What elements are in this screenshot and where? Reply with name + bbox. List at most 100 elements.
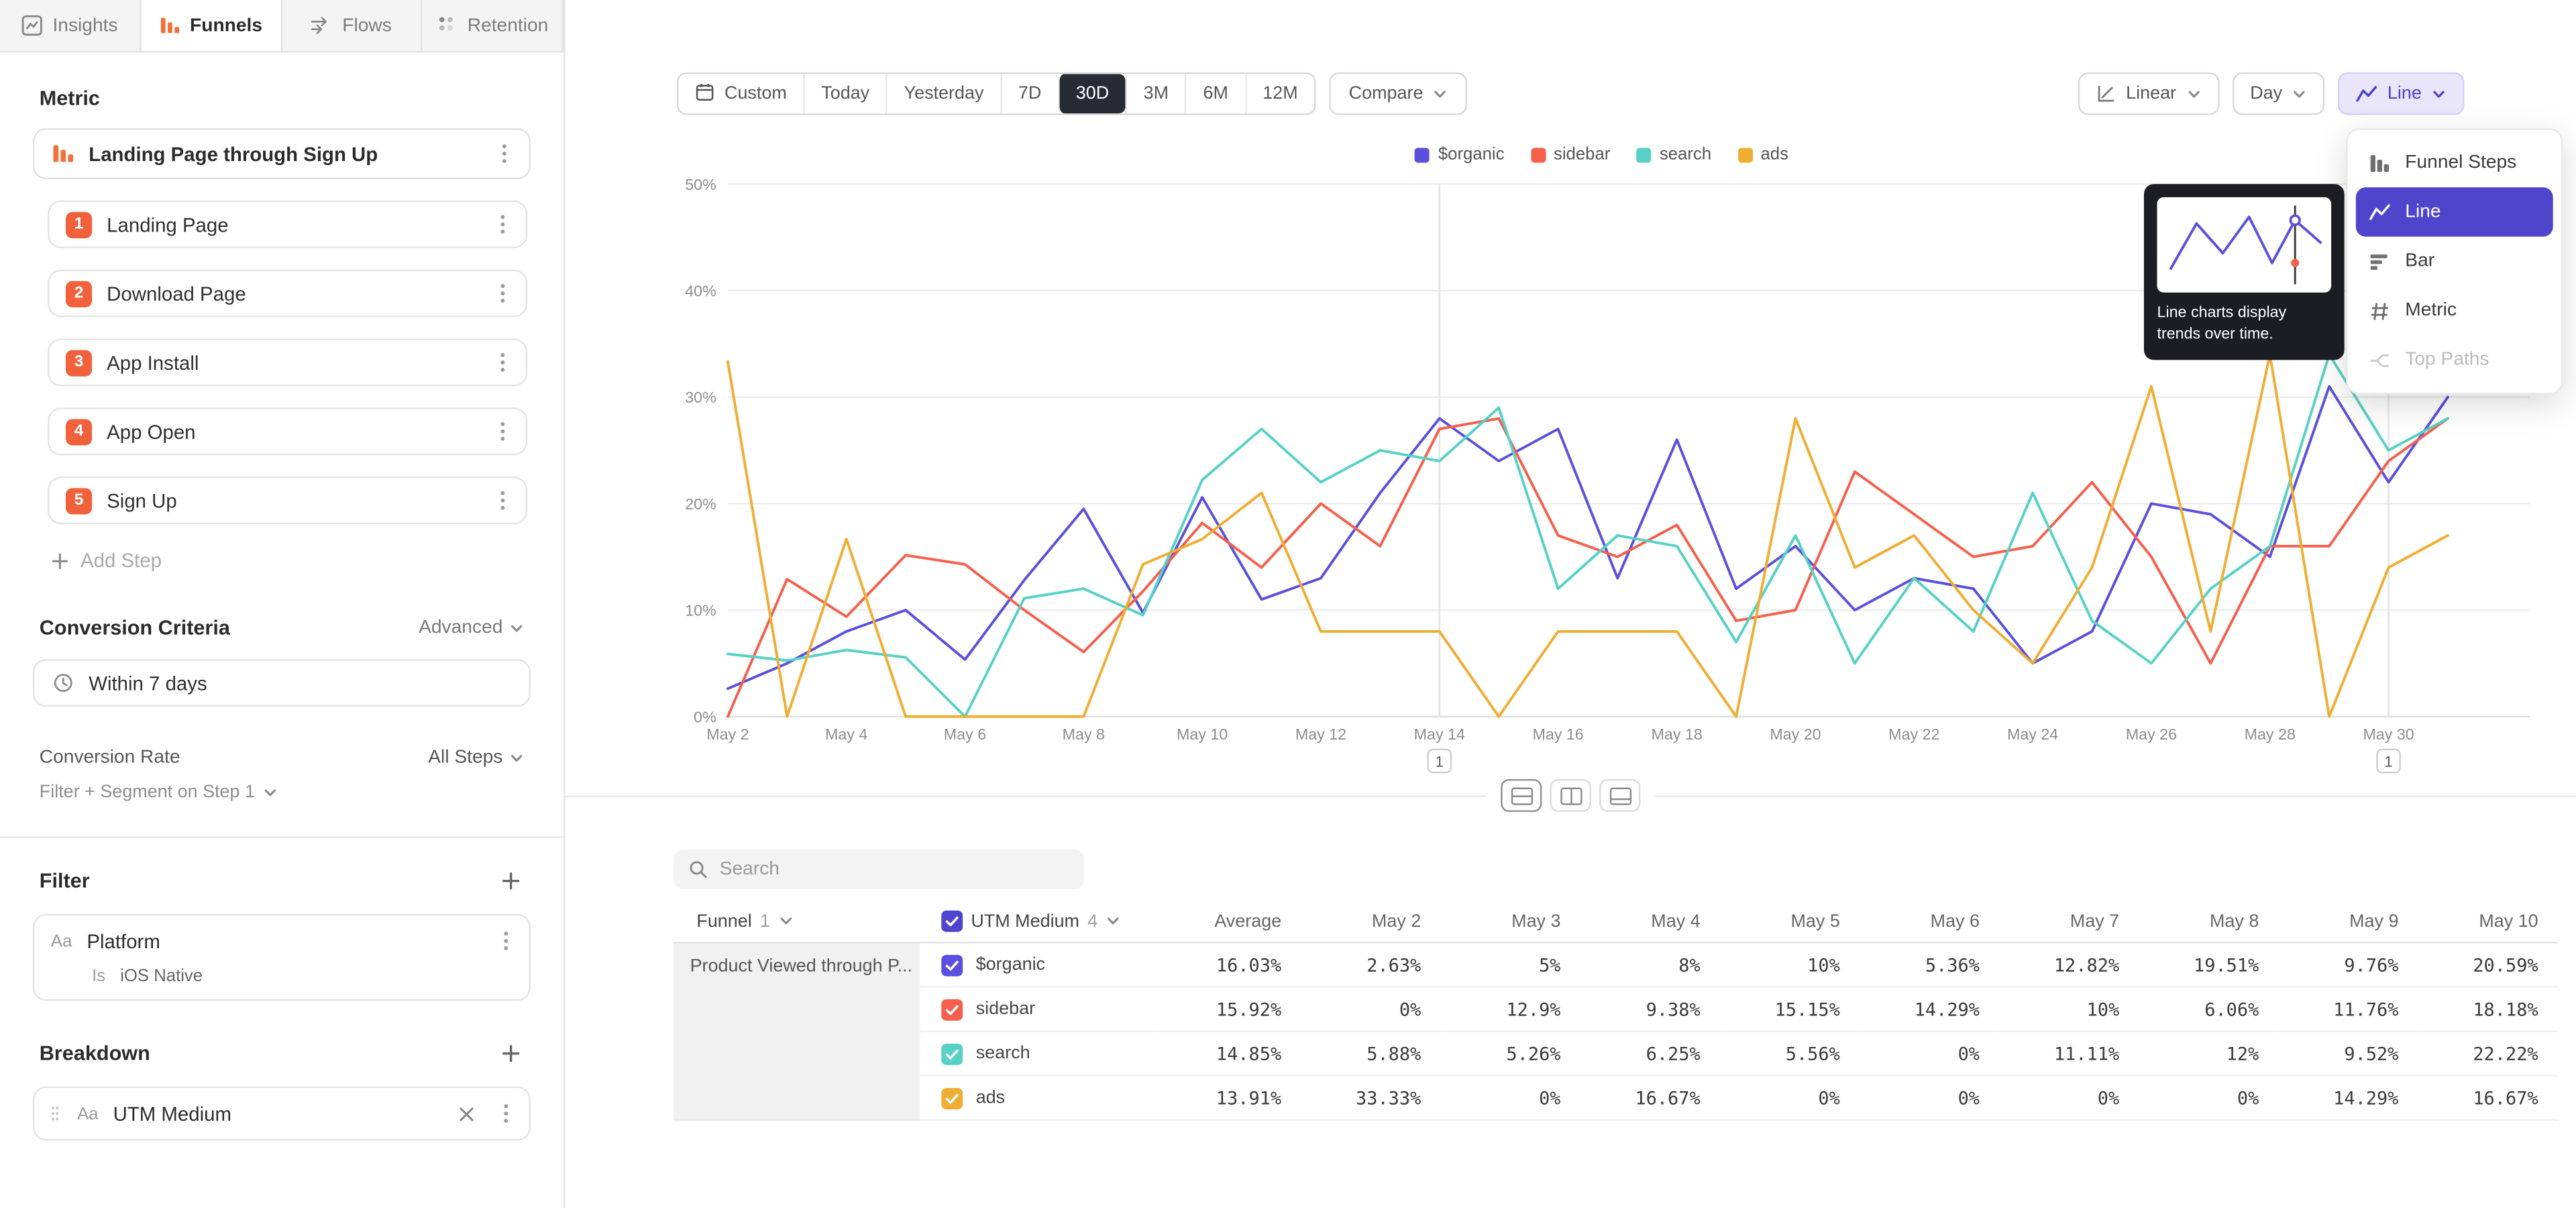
annotation-marker[interactable]: 1 bbox=[2377, 750, 2400, 772]
linear-label: Linear bbox=[2126, 84, 2176, 103]
add-filter-button[interactable] bbox=[498, 868, 524, 894]
series-checkbox[interactable] bbox=[941, 1087, 963, 1109]
tab-funnels[interactable]: Funnels bbox=[141, 0, 282, 51]
date-range-label: Yesterday bbox=[904, 84, 984, 103]
series-row-label: sidebar bbox=[920, 988, 1153, 1032]
chevron-down-icon bbox=[1433, 87, 1448, 101]
value-cell: 9.52% bbox=[2279, 1032, 2418, 1076]
columns-split-view-button[interactable] bbox=[1550, 779, 1591, 812]
series-checkbox[interactable] bbox=[941, 999, 963, 1020]
date-range-30d[interactable]: 30D bbox=[1058, 74, 1126, 113]
annotation-marker[interactable]: 1 bbox=[1428, 750, 1451, 772]
string-type-badge: Aa bbox=[51, 931, 72, 950]
step-number-badge: 5 bbox=[66, 487, 92, 513]
date-range-6m[interactable]: 6M bbox=[1185, 74, 1245, 113]
date-range-group: CustomToday Yesterday 7D30D3M 6M 12M bbox=[677, 72, 1316, 115]
plus-icon bbox=[51, 552, 69, 570]
tab-label: Flows bbox=[342, 15, 392, 35]
kebab-icon[interactable] bbox=[496, 348, 510, 376]
svg-text:0%: 0% bbox=[694, 708, 716, 725]
value-cell: 0% bbox=[1860, 1032, 1999, 1076]
menu-item-line[interactable]: Line bbox=[2356, 187, 2553, 236]
filter-segment-dropdown[interactable]: Filter + Segment on Step 1 bbox=[40, 783, 524, 802]
kebab-icon[interactable] bbox=[496, 279, 510, 307]
value-cell: 5.88% bbox=[1301, 1032, 1441, 1076]
kebab-icon[interactable] bbox=[496, 417, 510, 446]
funnel-step[interactable]: 3App Install bbox=[48, 338, 527, 386]
funnel-icon bbox=[52, 143, 74, 164]
legend-item[interactable]: search bbox=[1637, 145, 1711, 164]
linear-scale-button[interactable]: Linear bbox=[2078, 72, 2219, 115]
conversion-window[interactable]: Within 7 days bbox=[33, 659, 531, 707]
kebab-menu-icon[interactable] bbox=[498, 140, 511, 168]
chevron-down-icon bbox=[778, 914, 793, 929]
bottom-panel-view-button[interactable] bbox=[1599, 779, 1640, 812]
date-range-yesterday[interactable]: Yesterday bbox=[886, 74, 1000, 113]
menu-item-bar[interactable]: Bar bbox=[2356, 237, 2553, 286]
columns-split-view-icon bbox=[1559, 787, 1582, 805]
conversion-window-label: Within 7 days bbox=[89, 671, 207, 694]
svg-text:May 30: May 30 bbox=[2363, 725, 2414, 743]
tab-retention[interactable]: Retention bbox=[423, 0, 564, 51]
funnel-step[interactable]: 4App Open bbox=[48, 407, 527, 455]
advanced-label: Advanced bbox=[419, 618, 502, 638]
menu-item-label: Bar bbox=[2405, 252, 2434, 271]
date-range-custom[interactable]: Custom bbox=[678, 74, 803, 113]
add-breakdown-button[interactable] bbox=[498, 1040, 524, 1066]
value-cell: 20.59% bbox=[2418, 944, 2558, 988]
tab-flows[interactable]: Flows bbox=[282, 0, 423, 51]
rows-split-view-button[interactable] bbox=[1501, 779, 1542, 812]
sidebar-divider bbox=[0, 837, 564, 838]
breakdown-utm-card[interactable]: Aa UTM Medium bbox=[33, 1087, 531, 1141]
kebab-icon[interactable] bbox=[496, 210, 510, 238]
date-range-7d[interactable]: 7D bbox=[1000, 74, 1058, 113]
legend-item[interactable]: $organic bbox=[1415, 145, 1505, 164]
filter-platform-card[interactable]: Aa Platform Is iOS Native bbox=[33, 914, 531, 1001]
menu-item-funnel-steps[interactable]: Funnel Steps bbox=[2356, 138, 2553, 187]
granularity-button[interactable]: Day bbox=[2232, 72, 2325, 115]
svg-text:30%: 30% bbox=[685, 389, 716, 406]
advanced-dropdown[interactable]: Advanced bbox=[419, 618, 524, 638]
series-checkbox[interactable] bbox=[941, 1043, 963, 1064]
funnel-step[interactable]: 1Landing Page bbox=[48, 201, 527, 248]
funnel-step[interactable]: 5Sign Up bbox=[48, 476, 527, 524]
legend-item[interactable]: sidebar bbox=[1531, 145, 1611, 164]
filter-section-title: Filter bbox=[40, 870, 90, 893]
funnel-header-label: Funnel bbox=[696, 911, 751, 931]
chevron-down-icon bbox=[2292, 87, 2307, 101]
series-checkbox[interactable] bbox=[941, 911, 963, 932]
funnel-step[interactable]: 2Download Page bbox=[48, 270, 527, 317]
day-column-header: May 9 bbox=[2279, 901, 2418, 944]
date-range-today[interactable]: Today bbox=[803, 74, 885, 113]
kebab-menu-icon[interactable] bbox=[499, 1099, 513, 1127]
funnels-icon bbox=[159, 15, 180, 36]
add-step-button[interactable]: Add Step bbox=[51, 549, 564, 572]
funnel-metric-card[interactable]: Landing Page through Sign Up bbox=[33, 128, 531, 179]
date-range-12m[interactable]: 12M bbox=[1244, 74, 1314, 113]
tab-insights[interactable]: Insights bbox=[0, 0, 141, 51]
menu-item-metric[interactable]: Metric bbox=[2356, 286, 2553, 335]
compare-button[interactable]: Compare bbox=[1329, 72, 1467, 115]
funnel-column-header[interactable]: Funnel1 bbox=[674, 901, 920, 944]
date-range-label: 6M bbox=[1203, 84, 1228, 103]
value-cell: 0% bbox=[1720, 1076, 1860, 1121]
kebab-menu-icon[interactable] bbox=[499, 927, 513, 955]
legend-item[interactable]: ads bbox=[1737, 145, 1788, 164]
chart-type-button[interactable]: Line bbox=[2338, 72, 2464, 115]
date-range-3m[interactable]: 3M bbox=[1126, 74, 1185, 113]
funnel-steps-icon bbox=[2369, 152, 2390, 174]
series-checkbox[interactable] bbox=[941, 954, 963, 976]
chart-type-tooltip: Line charts display trends over time. bbox=[2144, 184, 2345, 359]
all-steps-dropdown[interactable]: All Steps bbox=[428, 748, 524, 767]
search-input[interactable] bbox=[720, 860, 1070, 879]
kebab-icon[interactable] bbox=[496, 487, 510, 515]
chevron-down-icon bbox=[2186, 87, 2201, 101]
breakdown-column-header[interactable]: UTM Medium4 bbox=[920, 901, 1153, 944]
breakdown-property-name: UTM Medium bbox=[113, 1102, 441, 1125]
tab-bar: InsightsFunnels Flows Retention bbox=[0, 0, 564, 52]
drag-handle-icon[interactable] bbox=[51, 1105, 59, 1123]
remove-breakdown-icon[interactable] bbox=[455, 1102, 478, 1125]
table-search[interactable] bbox=[674, 850, 1084, 889]
filter-value[interactable]: iOS Native bbox=[120, 966, 203, 986]
filter-operator: Is bbox=[92, 966, 105, 986]
